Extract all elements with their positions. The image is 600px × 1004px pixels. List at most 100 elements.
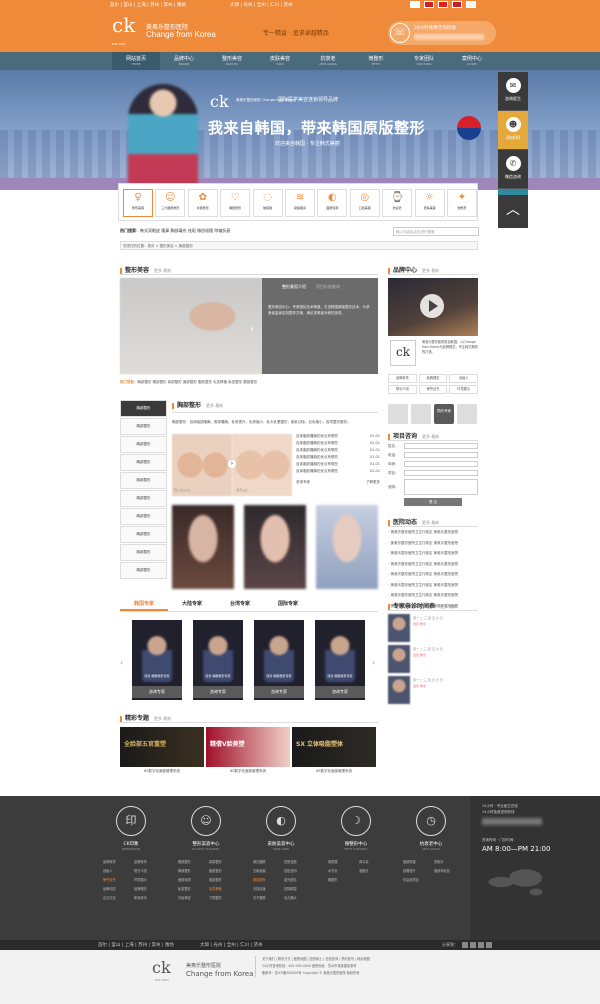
footer-link[interactable]: 童颜针 [434,859,465,864]
nav-item[interactable]: 微整形 PETIT [352,52,400,70]
nav-item[interactable]: 专家团队 DOCTORS [400,52,448,70]
service-icon-item[interactable]: ✿ 鼻部整形 [187,189,218,217]
branch-links-2[interactable]: 大邱 | 光州 | 全州 | 仁川 | 济州 [200,942,263,948]
footer-logo[interactable]: ck [152,958,171,977]
doctor-silhouette-icon[interactable] [388,404,408,424]
service-icon-item[interactable]: ✦ 微整形 [447,189,477,217]
footer-link[interactable]: 面部除皱 [403,859,434,864]
form-input[interactable] [404,461,478,467]
submit-button[interactable]: 提 交 [404,498,462,506]
share-weibo-icon[interactable] [462,942,468,948]
case-photo[interactable] [244,505,306,589]
footer-link[interactable]: 激光脱毛 [284,877,315,882]
before-after-photo[interactable]: Before After › [172,434,292,496]
case-photo[interactable] [316,505,378,589]
plastic-more-link[interactable]: 更多 最新 [154,268,171,273]
footer-link[interactable]: 眼部整形 [178,859,209,864]
panel-tab-intro[interactable]: 整形美容介绍 [282,284,306,290]
special-topic-banner[interactable]: 全脸部五官重塑 [120,727,204,767]
doctor-card[interactable]: 院长 胸部整形专家 咨询专家 [193,620,243,700]
footer-link[interactable]: 新闻资讯 [134,895,165,900]
footer-link[interactable]: 鼻部整形 [209,859,240,864]
footer-link[interactable]: 祛斑祛痣 [284,859,315,864]
doctor-thumbnail[interactable] [388,614,410,642]
brand-link[interactable]: 院长介绍 [388,385,417,394]
list-item[interactable]: 自体脂肪隆胸的优点有哪些 01-01 [296,448,380,455]
footer-link[interactable]: 抗衰老项目 [403,877,434,882]
footer-link[interactable]: 线雕提升 [403,868,434,873]
consult-doctor-button[interactable]: 咨询专家 [132,686,182,698]
consult-doctor-button[interactable]: 咨询专家 [193,686,243,698]
footer-link[interactable]: 品牌动态 [103,886,134,891]
brand-video[interactable] [388,278,478,336]
brand-link[interactable]: 品牌理念 [418,374,448,383]
breast-more-link[interactable]: 更多 最新 [206,403,223,408]
footer-link[interactable]: 创始人 [103,868,134,873]
list-item[interactable]: 自体脂肪隆胸的优点有哪些 01-01 [296,462,380,469]
form-input[interactable] [404,479,478,495]
footer-link[interactable]: 下颌整形 [209,895,240,900]
share-wechat-icon[interactable] [478,942,484,948]
consult-more-link[interactable]: 更多 最新 [422,434,439,439]
share-qzone-icon[interactable] [470,942,476,948]
nav-item[interactable]: 案例中心 CASES [448,52,496,70]
share-more-icon[interactable] [486,942,492,948]
logo[interactable]: ck [112,14,144,44]
side-menu-item[interactable]: 胸部整形 [120,454,167,471]
footer-link[interactable]: 毛孔粗大 [284,895,315,900]
consult-doctor-button[interactable]: ✉ 咨询医生 [498,72,528,111]
service-icon-item[interactable]: ≋ 吸脂瘦身 [285,189,315,217]
footer-link[interactable]: 肉毒素 [359,859,390,864]
nav-item[interactable]: 整形美容 PLASTIC [208,52,256,70]
news-item[interactable]: 美奥乐整形医院卫生行政定 美奥乐整形医院 [388,530,478,541]
flag-ch-icon[interactable] [438,1,448,8]
service-icon-item[interactable]: ♀ 整形美容 [123,189,153,217]
tab-expert[interactable]: 台湾专家 [216,598,264,611]
flag-cn-icon[interactable] [424,1,434,8]
footer-link[interactable]: 毛发移植 [209,886,240,891]
footer-link[interactable]: 院长介绍 [134,868,165,873]
nav-item[interactable]: 网站首页 HOME [112,52,160,70]
learn-more-button[interactable]: 了解更多 [366,480,380,485]
chevron-right-icon[interactable]: › [228,460,236,468]
hot-items[interactable]: 韩式双眼皮 隆鼻 胸部填充 祛斑 微创吸脂 除皱抗衰 [140,228,230,233]
footer-link[interactable]: 环境展示 [134,877,165,882]
footer-link[interactable]: 祛除眼袋 [284,886,315,891]
chevron-left-icon[interactable]: ‹ [120,658,123,667]
flag-jp-icon[interactable] [466,1,476,8]
side-menu-item[interactable]: 胸部整形 [120,508,167,525]
service-icon-item[interactable]: ♡ 胸部整形 [220,189,251,217]
tab-expert[interactable]: 韩国专家 [120,598,168,611]
case-photo[interactable] [172,505,234,589]
list-item[interactable]: 自体脂肪隆胸的优点有哪些 01-01 [296,469,380,476]
footer-link[interactable]: 荣誉证书 [103,877,134,882]
footer-link[interactable]: 唇部整形 [209,877,240,882]
back-to-top-button[interactable]: ︿ [498,195,528,228]
wechat-button[interactable]: ✆ 微信咨询 [498,150,528,189]
footer-link[interactable]: 面部轮廓 [178,877,209,882]
news-more-link[interactable]: 更多 最新 [422,520,439,525]
brand-more-link[interactable]: 更多 最新 [422,268,439,273]
service-icon-item[interactable]: ☼ 皮肤美容 [414,189,445,217]
flag-tw-icon[interactable] [452,1,462,8]
footer-link[interactable]: 品牌故事 [103,859,134,864]
brand-link[interactable]: 创始人 [449,374,479,383]
news-item[interactable]: 美奥乐整形医院卫生行政定 美奥乐整形医院 [388,583,478,594]
form-input[interactable] [404,443,478,449]
tab-expert[interactable]: 国际专家 [264,598,312,611]
side-menu-item[interactable]: 胸部整形 [120,418,167,435]
news-item[interactable]: 美奥乐整形医院卫生行政定 美奥乐整形医院 [388,562,478,573]
side-menu-item[interactable]: 胸部整形 [120,472,167,489]
list-item[interactable]: 自体脂肪隆胸的优点有哪些 01-01 [296,455,380,462]
footer-link[interactable]: 水光针 [328,868,359,873]
footer-link[interactable]: 光子嫩肤 [253,895,284,900]
nav-item[interactable]: 抗衰老 ANTI-AGING [304,52,352,70]
form-input[interactable] [404,470,478,476]
consult-expert-button[interactable]: 咨询专家 [296,480,310,485]
doctor-card[interactable]: 院长 胸部整形专家 咨询专家 [254,620,304,700]
footer-link[interactable]: 微整形 [328,877,359,882]
list-item[interactable]: 自体脂肪隆胸的优点有哪些 01-01 [296,441,380,448]
special-caption[interactable]: 6S数字化面部管理系统 [292,769,376,774]
footer-links[interactable]: 关于我们 | 联系方式 | 医院地图 | 招贤纳士 | 在线咨询 | 预约挂号 … [262,956,505,963]
side-menu-item[interactable]: 胸部整形 [120,562,167,579]
